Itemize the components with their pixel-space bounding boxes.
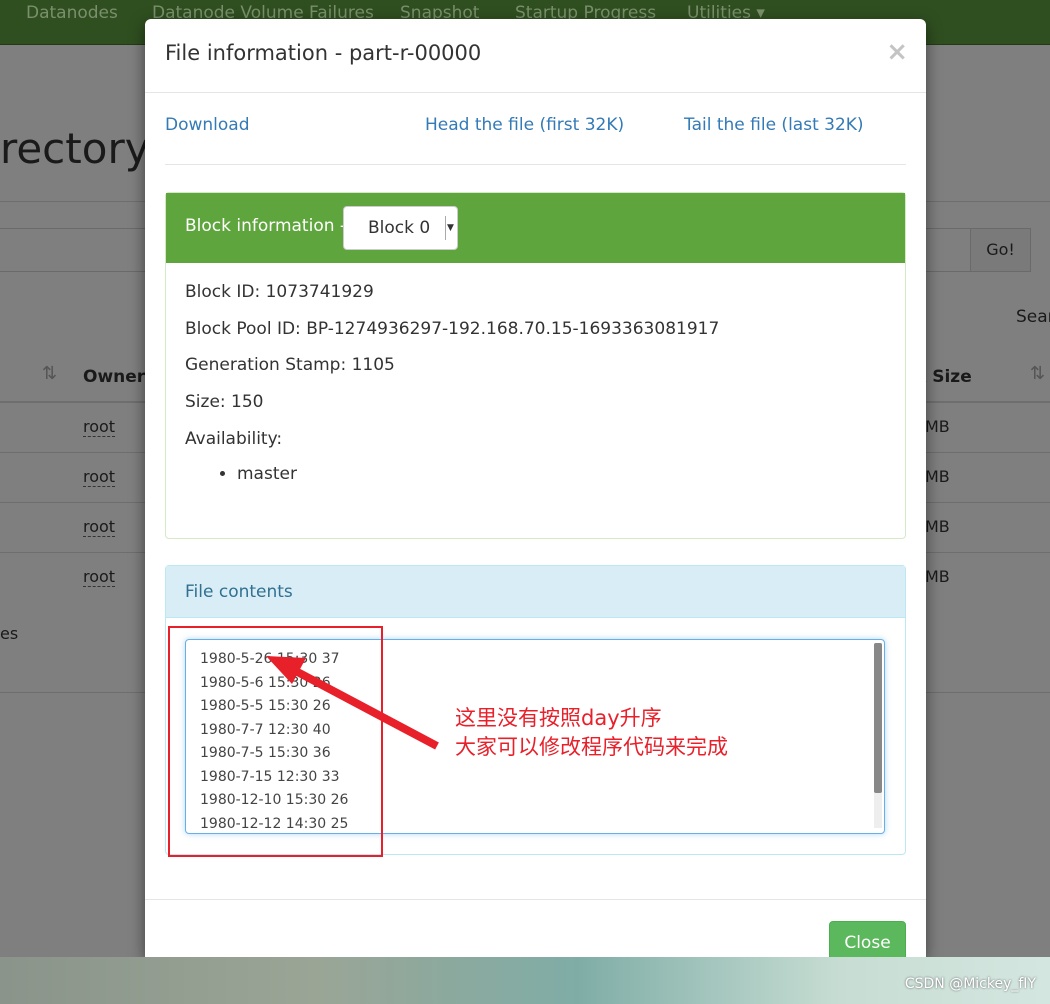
- annotation-line: 这里没有按照day升序: [455, 706, 662, 730]
- desktop-background: [0, 957, 1050, 1004]
- annotation-line: 大家可以修改程序代码来完成: [455, 735, 728, 759]
- annotation-arrow-icon: [266, 656, 439, 750]
- watermark: CSDN @Mickey_fIY: [904, 976, 1036, 992]
- annotation-note: 这里没有按照day升序 大家可以修改程序代码来完成: [455, 704, 728, 762]
